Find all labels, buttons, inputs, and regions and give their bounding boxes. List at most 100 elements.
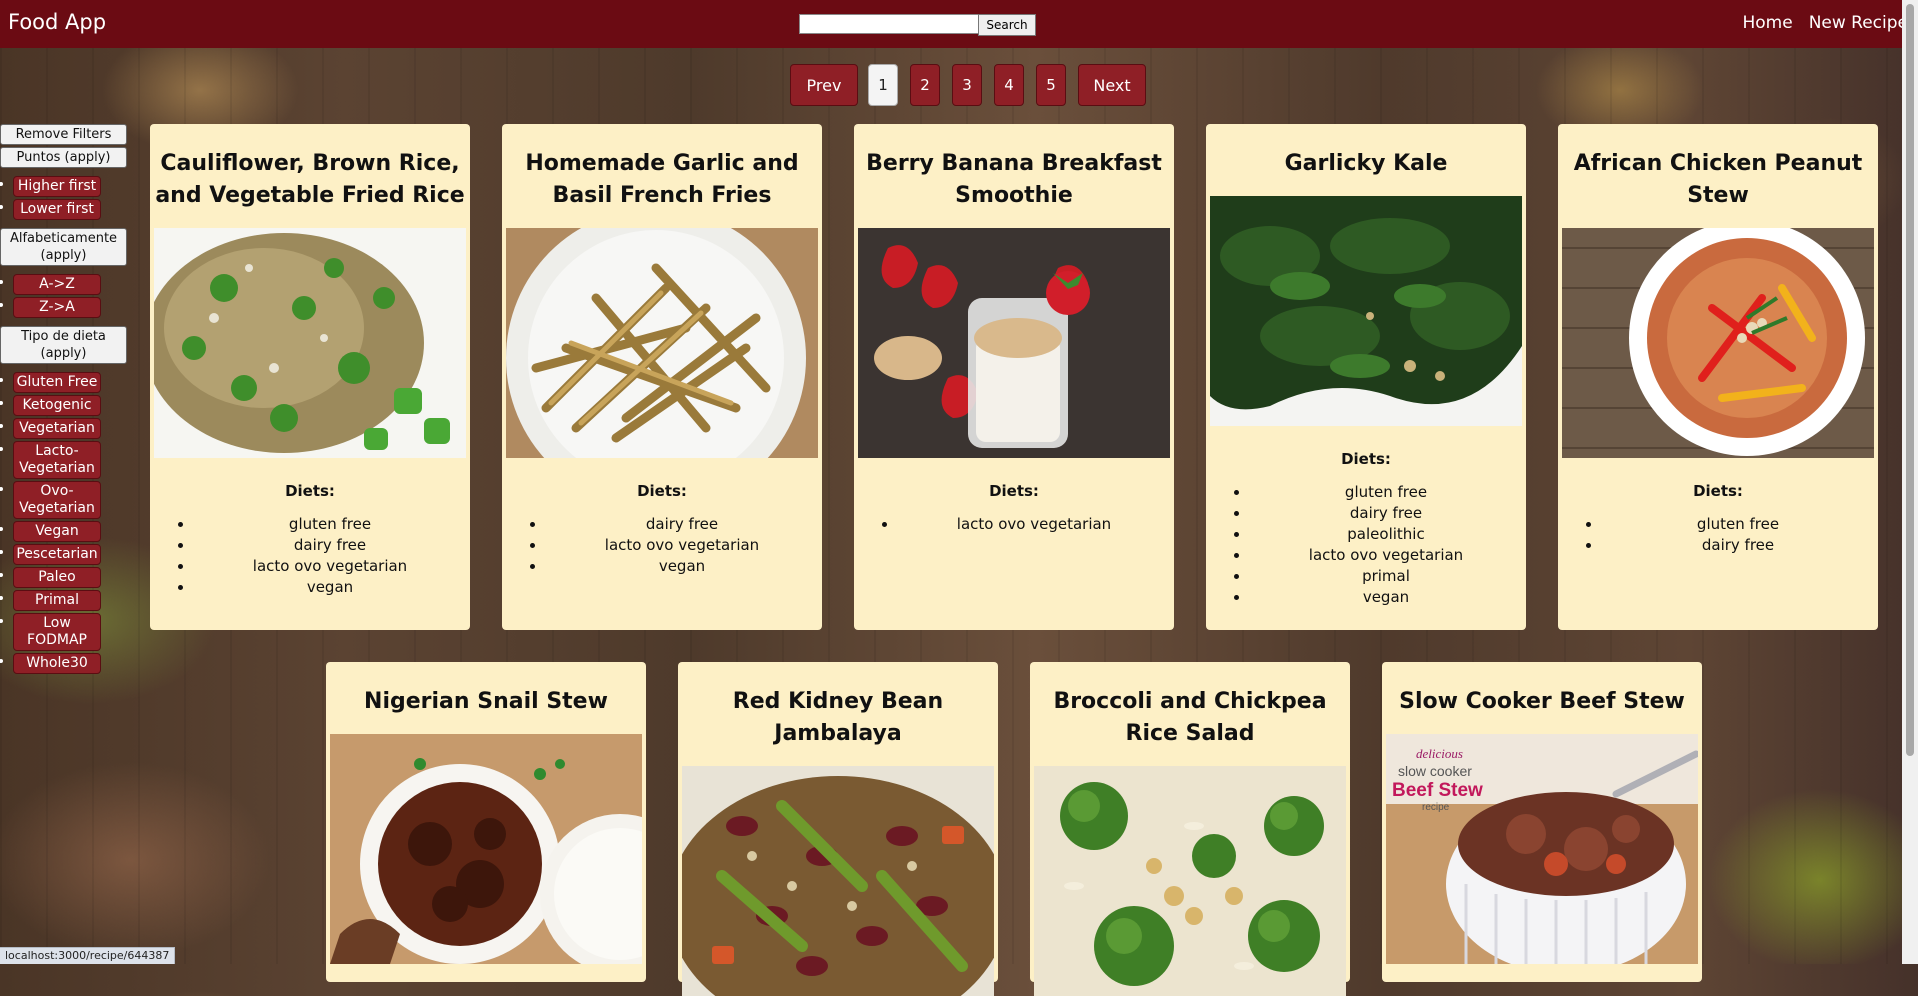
score-sort-head[interactable]: Puntos (apply) — [0, 147, 127, 168]
diet-gluten-free-button[interactable]: Gluten Free — [13, 372, 101, 393]
page-1-button[interactable]: 1 — [868, 64, 898, 106]
recipe-image — [1562, 228, 1874, 458]
diets-label: Diets: — [1693, 482, 1743, 500]
recipe-title: Nigerian Snail Stew — [364, 689, 608, 714]
diet-pescetarian-button[interactable]: Pescetarian — [13, 544, 101, 565]
recipe-image — [1034, 766, 1346, 996]
z-to-a-button[interactable]: Z->A — [13, 297, 101, 318]
search-input[interactable] — [799, 14, 979, 34]
recipe-card[interactable]: Broccoli and Chickpea Rice Salad — [1030, 662, 1350, 996]
list-item: Vegetarian — [13, 418, 130, 439]
a-to-z-button[interactable]: A->Z — [13, 274, 101, 295]
diets-label: Diets: — [989, 482, 1039, 500]
diet-list: gluten free dairy free lacto ovo vegetar… — [154, 514, 466, 598]
search-button[interactable]: Search — [978, 14, 1036, 36]
diet-primal-button[interactable]: Primal — [13, 590, 101, 611]
list-item: lacto ovo vegetarian — [1250, 545, 1522, 566]
alpha-options: A->Z Z->A — [0, 274, 130, 318]
recipe-title: Broccoli and Chickpea Rice Salad — [1053, 689, 1327, 746]
recipe-card[interactable]: Cauliflower, Brown Rice, and Vegetable F… — [150, 124, 470, 630]
image-text-beef-stew: Beef Stew — [1392, 780, 1483, 801]
recipe-image — [1210, 196, 1522, 426]
list-item: Ovo-Vegetarian — [13, 481, 130, 519]
score-options: Higher first Lower first — [0, 176, 130, 220]
list-item: vegan — [1250, 587, 1522, 608]
list-item: lacto ovo vegetarian — [546, 535, 818, 556]
recipe-card[interactable]: Slow Cooker Beef Stew delicious slow coo… — [1382, 662, 1702, 982]
lower-first-button[interactable]: Lower first — [13, 199, 101, 220]
filter-sidebar: Remove Filters Puntos (apply) Higher fir… — [0, 124, 130, 682]
recipe-card[interactable]: Garlicky Kale Diets: gluten free dairy f… — [1206, 124, 1526, 630]
image-text-slow-cooker: slow cooker — [1398, 763, 1472, 779]
recipe-title: Garlicky Kale — [1284, 151, 1448, 176]
list-item: Whole30 — [13, 653, 130, 674]
nav-link-new-recipe[interactable]: New Recipe — [1809, 13, 1908, 33]
app-brand[interactable]: Food App — [8, 10, 106, 34]
page-5-button[interactable]: 5 — [1036, 64, 1066, 106]
recipe-image — [154, 228, 466, 458]
recipe-card[interactable]: Homemade Garlic and Basil French Fries D… — [502, 124, 822, 630]
list-item: Paleo — [13, 567, 130, 588]
recipe-title: Cauliflower, Brown Rice, and Vegetable F… — [155, 151, 465, 208]
diets-label: Diets: — [285, 482, 335, 500]
recipe-card[interactable]: Red Kidney Bean Jambalaya — [678, 662, 998, 996]
list-item: lacto ovo vegetarian — [898, 514, 1170, 535]
diet-whole30-button[interactable]: Whole30 — [13, 653, 101, 674]
page-3-button[interactable]: 3 — [952, 64, 982, 106]
recipe-image: delicious slow cooker Beef Stew recipe — [1386, 734, 1698, 964]
list-item: dairy free — [1250, 503, 1522, 524]
recipe-image — [682, 766, 994, 996]
list-item: Ketogenic — [13, 395, 130, 416]
remove-filters-button[interactable]: Remove Filters — [0, 124, 127, 145]
recipe-image — [858, 228, 1170, 458]
recipe-title: African Chicken Peanut Stew — [1573, 151, 1863, 208]
list-item: dairy free — [194, 535, 466, 556]
list-item: Low FODMAP — [13, 613, 130, 651]
list-item: gluten free — [194, 514, 466, 535]
diet-vegan-button[interactable]: Vegan — [13, 521, 101, 542]
diet-list: dairy free lacto ovo vegetarian vegan — [506, 514, 818, 577]
list-item: dairy free — [1602, 535, 1874, 556]
diet-ketogenic-button[interactable]: Ketogenic — [13, 395, 101, 416]
prev-page-button[interactable]: Prev — [790, 64, 858, 106]
page-scrollbar[interactable] — [1902, 0, 1918, 964]
list-item: gluten free — [1250, 482, 1522, 503]
list-item: lacto ovo vegetarian — [194, 556, 466, 577]
diets-label: Diets: — [1341, 450, 1391, 468]
list-item: Lower first — [13, 199, 130, 220]
image-text-recipe: recipe — [1422, 802, 1450, 813]
diet-list: gluten free dairy free — [1562, 514, 1874, 556]
status-bar-url: localhost:3000/recipe/644387 — [0, 947, 176, 964]
recipe-card[interactable]: Berry Banana Breakfast Smoothie Diets: l… — [854, 124, 1174, 630]
diet-options: Gluten Free Ketogenic Vegetarian Lacto-V… — [0, 372, 130, 674]
diet-ovo-vegetarian-button[interactable]: Ovo-Vegetarian — [13, 481, 101, 519]
nav-link-home[interactable]: Home — [1742, 13, 1792, 33]
recipe-image — [330, 734, 642, 964]
recipe-card[interactable]: African Chicken Peanut Stew Diets: glute… — [1558, 124, 1878, 630]
list-item: gluten free — [1602, 514, 1874, 535]
recipe-title: Berry Banana Breakfast Smoothie — [866, 151, 1162, 208]
diet-low-fodmap-button[interactable]: Low FODMAP — [13, 613, 101, 651]
next-page-button[interactable]: Next — [1078, 64, 1146, 106]
alpha-sort-head[interactable]: Alfabeticamente (apply) — [0, 228, 127, 266]
recipe-title: Homemade Garlic and Basil French Fries — [525, 151, 799, 208]
diet-paleo-button[interactable]: Paleo — [13, 567, 101, 588]
list-item: vegan — [194, 577, 466, 598]
recipe-card[interactable]: Nigerian Snail Stew — [326, 662, 646, 982]
list-item: vegan — [546, 556, 818, 577]
list-item: Vegan — [13, 521, 130, 542]
diet-vegetarian-button[interactable]: Vegetarian — [13, 418, 101, 439]
pagination: Prev 1 2 3 4 5 Next — [790, 64, 1146, 106]
image-text-delicious: delicious — [1416, 746, 1463, 761]
page-4-button[interactable]: 4 — [994, 64, 1024, 106]
list-item: paleolithic — [1250, 524, 1522, 545]
recipe-image — [506, 228, 818, 458]
recipe-title: Slow Cooker Beef Stew — [1399, 689, 1685, 714]
diet-lacto-vegetarian-button[interactable]: Lacto-Vegetarian — [13, 441, 101, 479]
higher-first-button[interactable]: Higher first — [13, 176, 101, 197]
list-item: A->Z — [13, 274, 130, 295]
page-2-button[interactable]: 2 — [910, 64, 940, 106]
diet-type-head[interactable]: Tipo de dieta (apply) — [0, 326, 127, 364]
scrollbar-thumb[interactable] — [1906, 4, 1914, 756]
recipe-title: Red Kidney Bean Jambalaya — [732, 689, 944, 746]
